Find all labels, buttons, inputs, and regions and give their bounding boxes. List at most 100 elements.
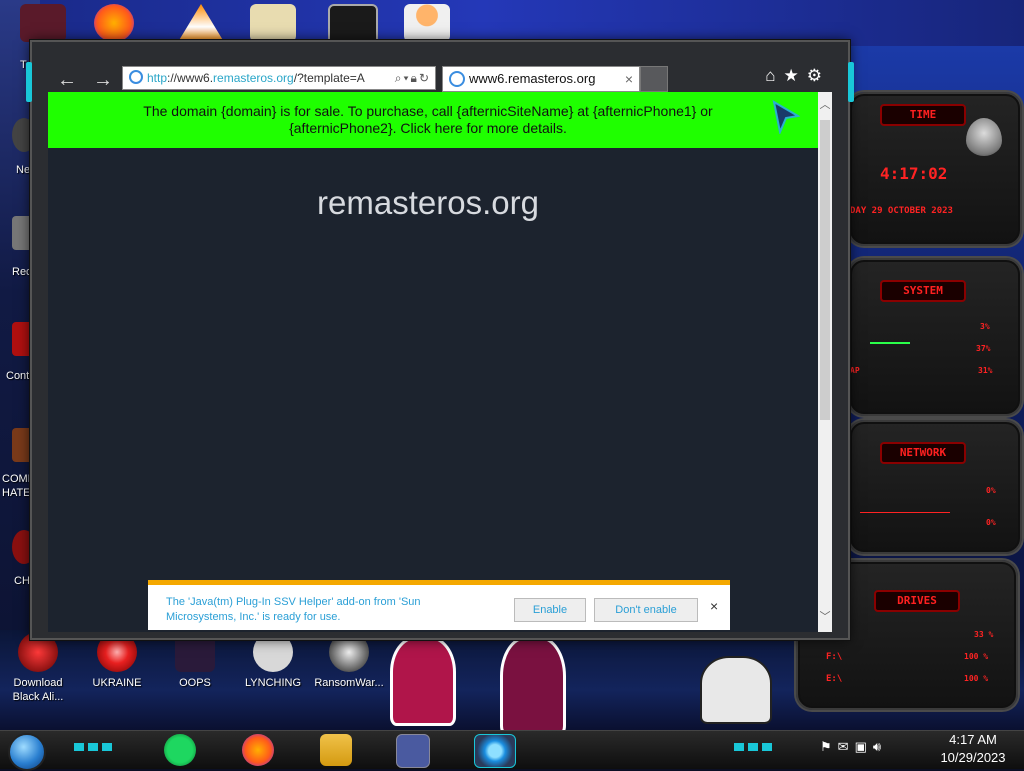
desktop-icon-firefox[interactable]: [94, 4, 134, 42]
back-arrow-icon[interactable]: ←: [54, 68, 80, 94]
widget-network-header: NETWORK: [880, 442, 966, 464]
url-scheme: http: [147, 71, 168, 85]
domain-sale-banner[interactable]: The domain {domain} is for sale. To purc…: [48, 92, 818, 148]
desktop-icon-hxd[interactable]: [250, 4, 296, 42]
action-center-icon[interactable]: ✉: [838, 739, 855, 754]
firefox-taskbar-icon[interactable]: [242, 734, 274, 766]
page-viewport: The domain {domain} is for sale. To purc…: [48, 92, 818, 632]
lock-icon[interactable]: 🔒︎: [411, 71, 419, 85]
banner-text: The domain {domain} is for sale. To purc…: [143, 103, 713, 136]
desktop-icon-label: Download Black Ali...: [12, 677, 64, 703]
scroll-up-icon[interactable]: ︿: [818, 96, 832, 112]
start-button[interactable]: [8, 733, 46, 771]
site-title: remasteros.org: [48, 184, 820, 222]
network-icon[interactable]: ▣: [855, 739, 873, 754]
widget-drives-value-1: 33 %: [974, 630, 994, 639]
widget-system-value-1: 3%: [980, 322, 990, 331]
file-explorer-taskbar-icon[interactable]: [320, 734, 352, 766]
speaker-icon[interactable]: 🔊︎: [873, 739, 887, 754]
url-rest: /?template=A: [293, 71, 365, 85]
wallpaper-figure-shoe: [700, 656, 772, 724]
desktop-label-side-3: Cont: [6, 370, 30, 382]
addon-notification-bar: The 'Java(tm) Plug-In SSV Helper' add-on…: [148, 580, 730, 630]
scroll-down-icon[interactable]: ﹀: [818, 608, 832, 624]
widget-network-graph: [860, 512, 950, 513]
cursor-arrow-icon: [772, 100, 800, 134]
desktop-label-side-1: Ne: [16, 164, 31, 176]
widget-drives-label-3: E:\: [826, 674, 843, 684]
system-tray: ⚑✉▣🔊︎: [820, 739, 887, 755]
taskbar: ⚑✉▣🔊︎ 4:17 AM 10/29/2023: [0, 730, 1024, 771]
tab-close-icon[interactable]: ×: [625, 67, 633, 91]
refresh-icon[interactable]: ↻: [419, 71, 431, 85]
internet-explorer-taskbar-icon[interactable]: [474, 734, 516, 768]
widget-network: NETWORK 0% 0%: [848, 420, 1022, 554]
enable-button[interactable]: Enable: [514, 598, 586, 622]
desktop-label-side-5: CH: [14, 575, 30, 587]
desktop-icon-ransomware[interactable]: RansomWar...: [314, 632, 384, 690]
desktop-icon-label: UKRAINE: [92, 677, 142, 689]
tab-remasteros[interactable]: www6.remasteros.org ×: [442, 66, 640, 92]
widget-system-value-3: 31%: [978, 366, 993, 375]
search-icon[interactable]: ⌕: [395, 71, 404, 85]
desktop-icon-download-black-alien[interactable]: Download Black Ali...: [3, 632, 73, 704]
widget-drives-header: DRIVES: [874, 590, 960, 612]
tab-title: www6.remasteros.org: [469, 71, 596, 86]
forward-arrow-icon[interactable]: →: [90, 68, 116, 94]
address-tools: ⌕▾🔒︎↻: [390, 67, 431, 89]
widget-drives-value-2: 100 %: [964, 652, 989, 661]
widget-time-date: DAY 29 OCTOBER 2023: [850, 206, 953, 216]
widget-network-value-1: 0%: [986, 486, 996, 495]
desktop-icon-oops[interactable]: OOPS: [160, 632, 230, 690]
address-bar[interactable]: http://www6.remasteros.org/?template=A ⌕…: [122, 66, 436, 90]
scroll-thumb[interactable]: [820, 120, 830, 420]
widget-system-header: SYSTEM: [880, 280, 966, 302]
chevron-down-icon[interactable]: ▾: [404, 71, 411, 85]
spotify-taskbar-icon[interactable]: [164, 734, 196, 766]
desktop-icon-ukraine[interactable]: UKRAINE: [82, 632, 152, 690]
desktop-icon-label: LYNCHING: [244, 677, 302, 689]
alien-head-icon: [966, 118, 1002, 156]
browser-toolbar-icons: ⌂★⚙: [765, 66, 830, 86]
widget-system: SYSTEM 3% 37% AP 31%: [848, 258, 1022, 416]
widget-time-clock: 4:17:02: [880, 164, 948, 183]
ie-page-icon: [129, 70, 143, 84]
url-host: remasteros.org: [213, 71, 294, 85]
frame-accent-left: [26, 62, 32, 102]
widget-network-value-2: 0%: [986, 518, 996, 527]
widget-system-value-2: 37%: [976, 344, 991, 353]
home-icon[interactable]: ⌂: [765, 66, 783, 85]
desktop-icon-label: OOPS: [179, 677, 211, 689]
desktop-icon-user[interactable]: [404, 4, 450, 42]
flag-icon[interactable]: ⚑: [820, 739, 838, 754]
url-mid: ://www6.: [167, 71, 214, 85]
widget-time: TIME 4:17:02 DAY 29 OCTOBER 2023: [848, 92, 1022, 246]
browser-window: ← → http://www6.remasteros.org/?template…: [26, 40, 854, 640]
new-tab-button[interactable]: [640, 66, 668, 92]
control-panel-taskbar-icon[interactable]: [396, 734, 430, 768]
dont-enable-button[interactable]: Don't enable: [594, 598, 698, 622]
notification-message: The 'Java(tm) Plug-In SSV Helper' add-on…: [166, 596, 421, 623]
star-icon[interactable]: ★: [784, 66, 807, 85]
clock-time: 4:17 AM: [949, 732, 997, 747]
desktop-icon-hat[interactable]: [20, 4, 66, 42]
vertical-scrollbar[interactable]: ︿ ﹀: [818, 92, 832, 632]
wallpaper-figure-left-leg: [390, 636, 456, 726]
frame-accent-right: [848, 62, 854, 102]
close-icon[interactable]: ×: [710, 598, 718, 614]
desktop-label-side-2: Rec: [12, 266, 32, 278]
widget-system-graph: [870, 342, 910, 344]
ie-tab-icon: [449, 71, 465, 87]
taskbar-clock[interactable]: 4:17 AM 10/29/2023: [928, 731, 1018, 767]
desktop-icon-label: RansomWar...: [314, 677, 384, 689]
gear-icon[interactable]: ⚙: [807, 66, 830, 85]
desktop-label-side-4: COMM HATE: [2, 473, 37, 499]
clock-date: 10/29/2023: [940, 750, 1006, 765]
widget-drives-value-3: 100 %: [964, 674, 989, 683]
desktop-icon-lynching[interactable]: LYNCHING: [238, 632, 308, 690]
widget-time-header: TIME: [880, 104, 966, 126]
wallpaper-figure-mid-leg: [500, 636, 566, 736]
widget-drives-label-2: F:\: [826, 652, 843, 662]
taskbar-accent-right: [734, 743, 774, 751]
taskbar-accent-left: [74, 743, 114, 751]
